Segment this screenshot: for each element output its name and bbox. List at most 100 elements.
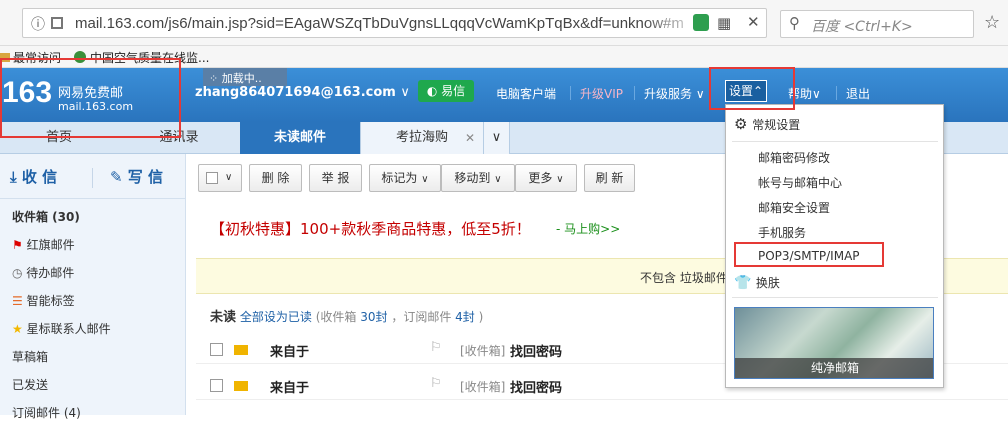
highlight-box-logo <box>0 58 181 138</box>
theme-label: 纯净邮箱 <box>735 358 933 378</box>
shield-icon[interactable] <box>693 14 709 31</box>
mark-as-label: 标记为 <box>381 171 418 185</box>
upgrade-service-link[interactable]: 升级服务 ∨ <box>644 85 705 102</box>
delete-button[interactable]: 删 除 <box>249 164 302 192</box>
info-icon[interactable]: ⓘ <box>31 14 45 34</box>
envelope-icon <box>234 345 248 355</box>
chevron-down-icon: ∨ <box>491 130 502 145</box>
upgrade-vip-link[interactable]: 升级VIP <box>580 85 623 102</box>
sidebar-item-label: 红旗邮件 <box>26 238 75 252</box>
mail-subject[interactable]: 找回密码 <box>510 341 562 360</box>
notice-text: 不包含 垃圾邮件 <box>640 271 728 285</box>
url-bar[interactable]: ⓘ mail.163.com/js6/main.jsp?sid=EAgaWSZq… <box>22 8 767 38</box>
close-icon[interactable]: ✕ <box>465 122 475 154</box>
unread-stats-suffix: ) <box>478 310 484 324</box>
receive-label: 收 信 <box>21 168 58 186</box>
unread-label: 未读 <box>210 310 237 325</box>
tab-kaola-label: 考拉海购 <box>395 130 448 145</box>
mail-sender[interactable]: 来自于 <box>270 341 309 360</box>
flag-icon[interactable]: ⚐ <box>430 376 442 391</box>
write-button[interactable]: ✎ 写 信 <box>110 162 163 192</box>
divider <box>570 86 571 100</box>
menu-item-mobile[interactable]: 手机服务 <box>758 224 806 241</box>
sidebar-item-label: 星标联系人邮件 <box>26 322 111 336</box>
compose-icon: ✎ <box>110 168 128 186</box>
yixin-button[interactable]: ◐ 易信 <box>418 80 474 102</box>
logout-link[interactable]: 退出 <box>846 85 870 102</box>
tab-kaola[interactable]: 考拉海购 ✕ <box>360 122 484 154</box>
chevron-down-icon: ∨ <box>400 85 410 100</box>
flag-icon[interactable]: ⚐ <box>430 340 442 355</box>
user-email: zhang864071694@163.com <box>195 85 396 100</box>
general-settings-label: 常规设置 <box>752 118 801 132</box>
menu-item-account-center[interactable]: 帐号与邮箱中心 <box>758 174 842 191</box>
receive-button[interactable]: ⤓ 收 信 <box>10 162 57 192</box>
mark-as-button[interactable]: 标记为 ∨ <box>369 164 441 192</box>
inbox-count-link[interactable]: 30封 <box>360 310 387 324</box>
divider <box>732 141 938 142</box>
sidebar-item-todo[interactable]: ◷ 待办邮件 <box>12 264 74 281</box>
divider <box>634 86 635 100</box>
chevron-down-icon: ∨ <box>225 172 233 183</box>
sidebar-item-label: 待办邮件 <box>26 266 75 280</box>
chevron-down-icon: ∨ <box>494 174 502 185</box>
spinner-icon: ⁘ <box>209 72 222 85</box>
subscription-count-link[interactable]: 4封 <box>455 310 475 324</box>
divider <box>732 297 938 298</box>
sidebar-item-smart-tags[interactable]: ☰ 智能标签 <box>12 292 75 309</box>
sidebar-item-starred[interactable]: ★ 星标联系人邮件 <box>12 320 111 337</box>
desktop-client-link[interactable]: 电脑客户端 <box>496 85 556 102</box>
browser-toolbar: ⓘ mail.163.com/js6/main.jsp?sid=EAgaWSZq… <box>0 0 1008 46</box>
select-all-checkbox[interactable]: ∨ <box>198 164 242 192</box>
sidebar-item-subscriptions[interactable]: 订阅邮件 (4) <box>12 404 81 421</box>
menu-item-security[interactable]: 邮箱安全设置 <box>758 199 830 216</box>
clock-icon: ◷ <box>12 266 27 280</box>
qr-code-icon[interactable]: ▦ <box>717 14 731 32</box>
url-text[interactable]: mail.163.com/js6/main.jsp?sid=EAgaWSZqTb… <box>75 15 695 32</box>
divider <box>0 198 185 199</box>
sidebar-item-flagged[interactable]: ⚑ 红旗邮件 <box>12 236 75 253</box>
checkbox-icon <box>206 172 218 184</box>
refresh-button[interactable]: 刷 新 <box>584 164 635 192</box>
write-label: 写 信 <box>127 168 164 186</box>
highlight-box-settings <box>709 67 795 110</box>
move-to-button[interactable]: 移动到 ∨ <box>441 164 515 192</box>
more-button[interactable]: 更多 ∨ <box>515 164 577 192</box>
general-settings-item[interactable]: ⚙ 常规设置 <box>734 115 800 133</box>
search-input[interactable]: ⚲ 百度 <Ctrl+K> <box>780 10 974 38</box>
mail-subject[interactable]: 找回密码 <box>510 377 562 396</box>
sidebar-item-sent[interactable]: 已发送 <box>12 376 48 393</box>
page-icon <box>51 17 63 29</box>
user-account[interactable]: zhang864071694@163.com ∨ <box>195 85 410 100</box>
chevron-down-icon: ∨ <box>421 174 429 185</box>
report-button[interactable]: 举 报 <box>309 164 362 192</box>
tab-unread[interactable]: 未读邮件 <box>240 122 360 154</box>
divider <box>836 86 837 100</box>
promo-link[interactable]: - 马上购>> <box>556 220 620 237</box>
row-checkbox[interactable] <box>210 379 223 392</box>
close-icon[interactable]: ✕ <box>747 13 760 31</box>
chevron-down-icon: ∨ <box>695 87 705 101</box>
loading-text: 加载中.. <box>221 72 262 85</box>
mail-folder: [收件箱] <box>460 344 506 358</box>
tshirt-icon: 👕 <box>734 275 756 291</box>
sidebar-item-drafts[interactable]: 草稿箱 <box>12 348 48 365</box>
sidebar-item-label: 智能标签 <box>26 294 75 308</box>
mail-sender[interactable]: 来自于 <box>270 377 309 396</box>
red-flag-icon: ⚑ <box>12 238 27 252</box>
star-icon: ★ <box>12 322 27 336</box>
yixin-icon: ◐ <box>426 84 442 98</box>
sidebar-item-inbox[interactable]: 收件箱 (30) <box>12 208 80 225</box>
row-checkbox[interactable] <box>210 343 223 356</box>
promo-text[interactable]: 【初秋特惠】100+款秋季商品特惠，低至5折！ <box>210 218 531 239</box>
skin-label: 换肤 <box>755 276 780 290</box>
divider <box>92 168 93 188</box>
tab-more[interactable]: ∨ <box>484 122 510 154</box>
mark-all-read-link[interactable]: 全部设为已读 <box>240 310 312 324</box>
mail-folder: [收件箱] <box>460 380 506 394</box>
skin-item[interactable]: 👕 换肤 <box>734 274 780 291</box>
menu-item-change-password[interactable]: 邮箱密码修改 <box>758 149 830 166</box>
bookmark-star-icon[interactable]: ☆ <box>984 12 1000 33</box>
theme-preview[interactable]: 纯净邮箱 <box>734 307 934 379</box>
chevron-down-icon: ∨ <box>556 174 564 185</box>
